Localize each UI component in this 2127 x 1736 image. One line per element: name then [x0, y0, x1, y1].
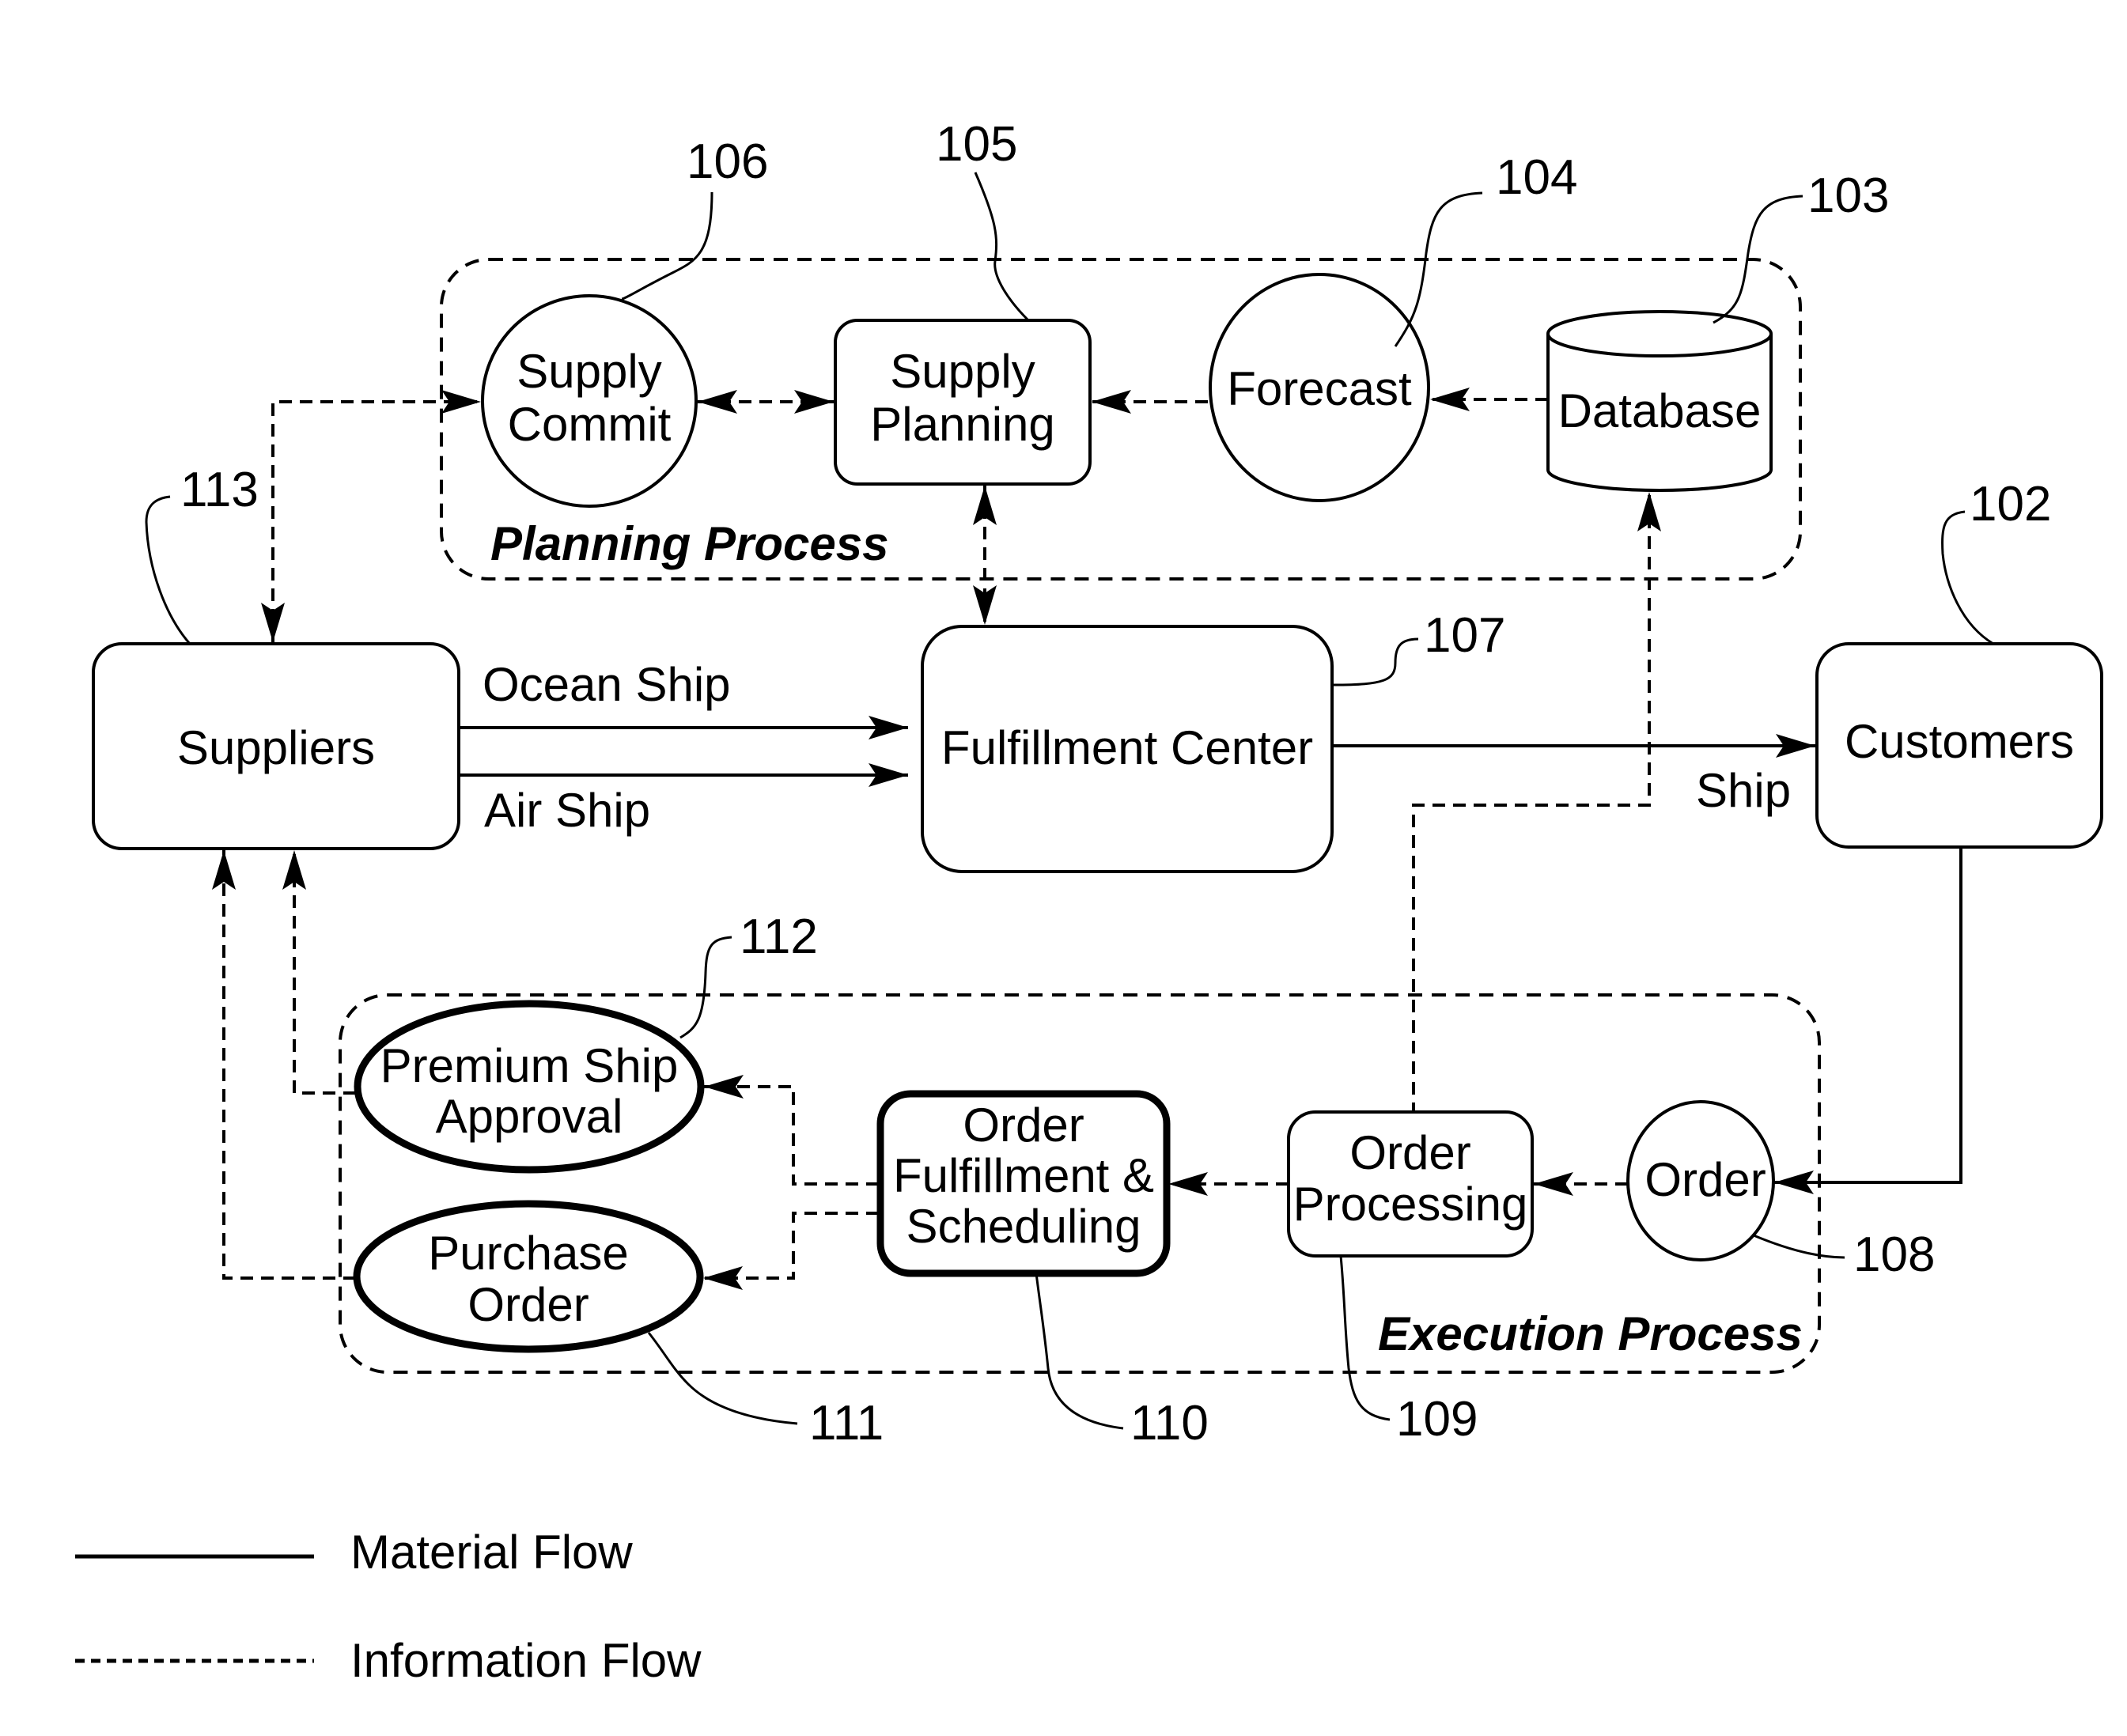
leader-106 [621, 191, 713, 301]
node-purchase-order[interactable]: Purchase Order [353, 1200, 704, 1353]
planning-process-label: Planning Process [490, 517, 889, 570]
ref-112: 112 [740, 910, 818, 964]
leader-108 [1753, 1234, 1845, 1259]
supply-planning-line-2: Planning [870, 398, 1055, 451]
ofs-line-1: Order [963, 1099, 1084, 1152]
ref-110: 110 [1130, 1396, 1209, 1450]
node-suppliers[interactable]: Suppliers [92, 642, 460, 850]
forecast-label: Forecast [1227, 362, 1412, 415]
customers-label: Customers [1845, 715, 2074, 768]
leader-111 [647, 1332, 798, 1425]
ref-105: 105 [936, 117, 1017, 172]
fulfillment-center-label: Fulfillment Center [941, 721, 1313, 774]
node-supply-planning[interactable]: Supply Planning [834, 319, 1092, 486]
leader-105 [974, 172, 1030, 322]
ref-103: 103 [1807, 168, 1889, 223]
ocean-ship-label: Ocean Ship [483, 658, 731, 711]
leader-107 [1333, 637, 1419, 686]
order-label: Order [1644, 1153, 1766, 1206]
edge-purchase-order-suppliers [212, 850, 356, 1280]
ref-113: 113 [180, 463, 259, 517]
ref-102: 102 [1970, 477, 2051, 531]
node-order-fulfillment-scheduling[interactable]: Order Fulfillment & Scheduling [876, 1090, 1171, 1277]
ref-107: 107 [1424, 608, 1505, 663]
edge-ofs-premium-ship [704, 1075, 879, 1186]
supply-commit-line-1: Supply [517, 345, 661, 398]
ref-106: 106 [687, 134, 768, 189]
leader-112 [679, 936, 732, 1039]
node-forecast[interactable]: Forecast [1209, 273, 1430, 502]
ship-label: Ship [1696, 764, 1791, 817]
edge-suppliers-supply-commit [261, 390, 481, 642]
order-processing-line-1: Order [1349, 1126, 1470, 1179]
node-database[interactable]: Database [1546, 310, 1773, 492]
edge-ofs-purchase-order [703, 1212, 879, 1290]
ofs-line-2: Fulfillment & [893, 1149, 1154, 1202]
ref-104: 104 [1496, 150, 1577, 205]
purchase-order-line-2: Order [467, 1278, 589, 1331]
ref-108: 108 [1853, 1227, 1935, 1282]
premium-ship-line-2: Approval [436, 1090, 623, 1143]
legend: Material Flow Information Flow [75, 1526, 702, 1687]
supply-commit-line-2: Commit [508, 398, 672, 451]
ref-111: 111 [809, 1396, 884, 1450]
legend-material-flow-label: Material Flow [350, 1526, 633, 1579]
air-ship-label: Air Ship [484, 784, 650, 837]
order-processing-line-2: Processing [1293, 1178, 1528, 1231]
legend-information-flow-label: Information Flow [350, 1634, 702, 1687]
node-order[interactable]: Order [1626, 1100, 1775, 1261]
supply-chain-diagram: Planning Process Execution Process Suppl… [75, 117, 2103, 1687]
premium-ship-line-1: Premium Ship [380, 1039, 679, 1092]
edge-order-processing-database [1412, 492, 1661, 1115]
suppliers-label: Suppliers [177, 721, 375, 774]
edge-customers-order [1774, 847, 1962, 1194]
leader-102 [1941, 510, 1994, 645]
leader-104 [1394, 191, 1483, 347]
ofs-line-3: Scheduling [906, 1200, 1141, 1253]
node-fulfillment-center[interactable]: Fulfillment Center [921, 625, 1334, 873]
node-premium-ship-approval[interactable]: Premium Ship Approval [354, 1000, 705, 1174]
database-label: Database [1558, 384, 1762, 437]
leader-110 [1035, 1273, 1124, 1430]
leader-113 [145, 495, 191, 645]
node-supply-commit[interactable]: Supply Commit [481, 294, 698, 508]
execution-process-label: Execution Process [1378, 1307, 1803, 1360]
node-order-processing[interactable]: Order Processing [1287, 1110, 1534, 1258]
edge-premium-ship-suppliers [282, 850, 356, 1095]
purchase-order-line-1: Purchase [428, 1227, 628, 1280]
supply-planning-line-1: Supply [890, 345, 1035, 398]
node-customers[interactable]: Customers [1815, 642, 2103, 849]
ref-109: 109 [1396, 1392, 1478, 1447]
